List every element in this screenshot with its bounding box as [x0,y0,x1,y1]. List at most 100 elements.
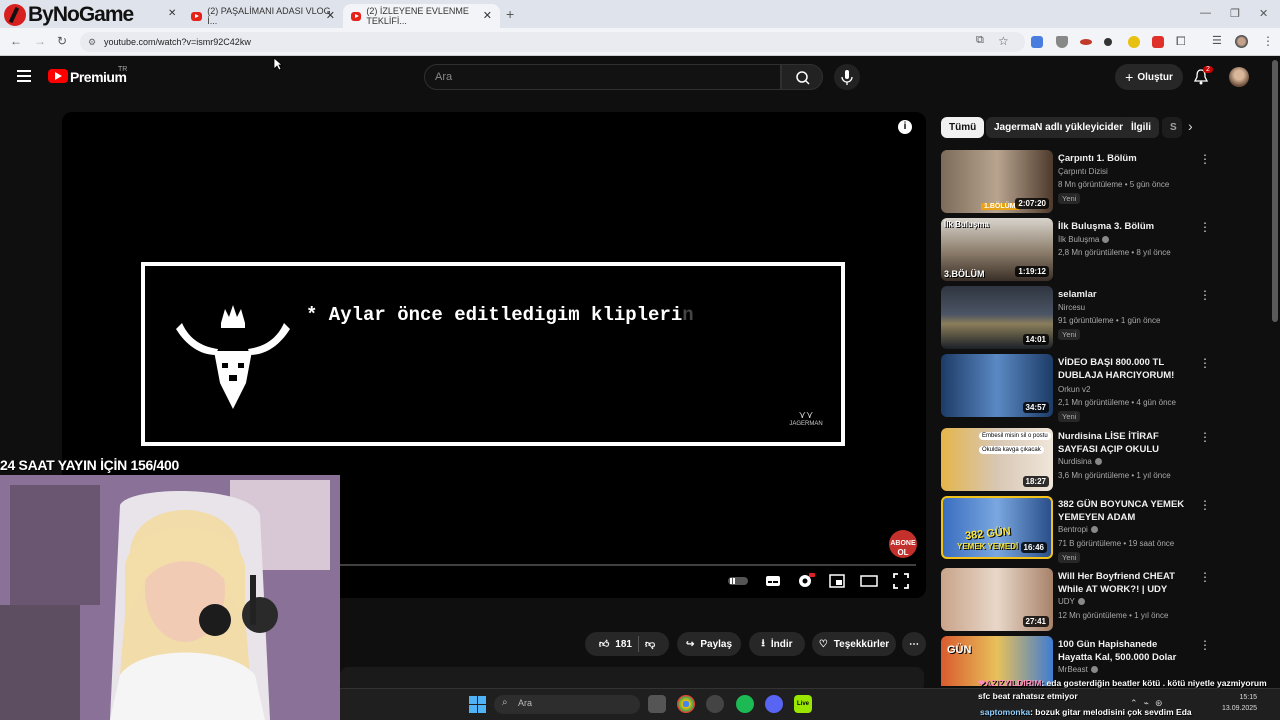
download-button[interactable]: ⭳ İndir [749,632,805,656]
extension-icon[interactable] [1128,36,1140,48]
fullscreen-icon[interactable] [893,573,909,589]
recommendation-item[interactable]: 382 GÜN YEMEK YEMEDİ 16:46 382 GÜN BOYUN… [941,496,1211,563]
recommendation-item[interactable]: 34:57 VİDEO BAŞI 800.000 TL DUBLAJA HARC… [941,354,1211,422]
close-tab-icon[interactable]: ✕ [168,8,176,19]
cast-icon[interactable]: ⧉ [976,34,984,47]
windows-start-icon[interactable] [469,696,486,713]
dislike-button[interactable]: 👎︎ [645,638,655,650]
more-vert-icon[interactable]: ⋮ [1199,288,1211,302]
menu-hamburger-icon[interactable] [17,70,31,82]
minimize-icon[interactable]: — [1200,7,1211,19]
extensions-puzzle-icon[interactable]: ⧠ [1176,34,1186,49]
reading-list-icon[interactable]: ☰ [1212,34,1222,47]
video-title[interactable]: Will Her Boyfriend CHEAT While AT WORK?!… [1058,570,1194,596]
taskbar-search-input[interactable]: ⌕ Ara [494,695,640,714]
video-thumbnail[interactable]: 27:41 [941,568,1053,631]
back-icon[interactable]: ← [10,34,22,48]
subtitles-icon[interactable] [765,573,781,589]
app-icon[interactable] [706,695,724,713]
channel-row[interactable]: MrBeast [1058,663,1098,677]
video-thumbnail[interactable]: Embesil misin sil o postu Okulda kavga ç… [941,428,1053,491]
chip-partial[interactable]: S [1162,117,1182,138]
more-vert-icon[interactable]: ⋮ [1199,220,1211,234]
chip-related[interactable]: İlgili [1123,117,1159,138]
video-title[interactable]: 100 Gün Hapishanede Hayatta Kal, 500.000… [1058,638,1194,664]
video-title[interactable]: Nurdisina LİSE İTİRAF SAYFASI AÇIP OKULU… [1058,430,1194,456]
miniplayer-icon[interactable] [829,573,845,589]
thanks-button[interactable]: ♡ Teşekkürler [812,632,896,656]
recommendation-item[interactable]: 27:41 Will Her Boyfriend CHEAT While AT … [941,568,1211,632]
subscribe-overlay-button[interactable]: ABONE OL [889,530,917,558]
video-thumbnail[interactable]: 14:01 [941,286,1053,349]
shield-extension-icon[interactable] [1056,36,1068,48]
recommendation-item[interactable]: 1.BÖLÜM 2:07:20 Çarpıntı 1. Bölüm Çarpın… [941,150,1211,214]
channel-row[interactable]: UDY [1058,595,1085,609]
chip-all[interactable]: Tümü [941,117,985,138]
discord-icon[interactable] [765,695,783,713]
create-button[interactable]: + Oluştur [1115,64,1183,90]
search-button[interactable] [781,64,823,90]
video-thumbnail[interactable]: İlk Buluşma 3.BÖLÜM 1:19:12 [941,218,1053,281]
recommendation-item[interactable]: Embesil misin sil o postu Okulda kavga ç… [941,428,1211,492]
more-vert-icon[interactable]: ⋮ [1199,498,1211,512]
close-window-icon[interactable]: ✕ [1259,7,1268,20]
chevron-right-icon[interactable]: › [1188,118,1193,134]
new-tab-icon[interactable]: + [506,6,514,22]
translate-extension-icon[interactable] [1031,36,1043,48]
youtube-logo-icon[interactable] [48,69,68,83]
video-progress-bar[interactable] [340,564,916,566]
close-tab-icon[interactable]: ✕ [326,9,335,22]
like-button[interactable]: 👍︎ 181 [599,638,632,651]
recommendation-item[interactable]: İlk Buluşma 3.BÖLÜM 1:19:12 İlk Buluşma … [941,218,1211,282]
recommendation-item[interactable]: 14:01 selamlar Nircesu 91 görüntüleme • … [941,286,1211,350]
channel-name[interactable]: Çarpıntı Dizisi [1058,165,1108,179]
more-vert-icon[interactable]: ⋮ [1199,356,1211,370]
channel-name[interactable]: Nircesu [1058,301,1085,315]
page-scrollbar-thumb[interactable] [1272,60,1278,322]
search-input[interactable]: Ara [424,64,781,90]
video-thumbnail[interactable]: 34:57 [941,354,1053,417]
theater-mode-icon[interactable] [860,573,878,589]
settings-icon[interactable] [797,573,815,589]
video-title[interactable]: İlk Buluşma 3. Bölüm [1058,220,1194,233]
pause-toggle-icon[interactable] [727,573,749,589]
video-title[interactable]: 382 GÜN BOYUNCA YEMEK YEMEYEN ADAM [1058,498,1194,524]
channel-name[interactable]: Orkun v2 [1058,383,1090,397]
channel-row[interactable]: Nurdisina [1058,455,1102,469]
account-avatar[interactable] [1229,67,1249,87]
browser-tab[interactable]: (2) PAŞALİMANI ADASI VLOG İ... ✕ [183,4,343,28]
more-actions-button[interactable]: ⋯ [902,632,926,656]
url-field[interactable]: ⚙ youtube.com/watch?v=ismr92C42kw [80,32,1025,52]
close-tab-icon[interactable]: ✕ [483,9,492,22]
chip-from-uploader[interactable]: JagermaN adlı yükleyiciden [986,117,1134,138]
share-button[interactable]: ↪ Paylaş [677,632,741,656]
bookmark-star-icon[interactable]: ☆ [998,34,1009,48]
video-title[interactable]: selamlar [1058,288,1194,301]
browser-tab-active[interactable]: (2) İZLEYENE EVLENME TEKLİFİ... ✕ [343,4,500,28]
task-view-icon[interactable] [648,695,666,713]
video-thumbnail[interactable]: 1.BÖLÜM 2:07:20 [941,150,1053,213]
channel-row[interactable]: İlk Buluşma [1058,233,1110,247]
profile-avatar-icon[interactable] [1235,35,1248,48]
extension-icon[interactable] [1152,36,1164,48]
video-title[interactable]: VİDEO BAŞI 800.000 TL DUBLAJA HARCIYORUM… [1058,356,1194,382]
reload-icon[interactable]: ↻ [57,34,67,48]
more-vert-icon[interactable]: ⋮ [1199,152,1211,166]
video-title[interactable]: Çarpıntı 1. Bölüm [1058,152,1194,165]
forward-icon[interactable]: → [34,34,46,48]
live-app-icon[interactable]: Live [794,695,812,713]
more-vert-icon[interactable]: ⋮ [1199,430,1211,444]
info-icon[interactable]: i [898,120,912,134]
channel-row[interactable]: Bentropi [1058,523,1098,537]
site-info-icon[interactable]: ⚙ [88,32,96,52]
maximize-icon[interactable]: ❐ [1230,7,1240,20]
more-vert-icon[interactable]: ⋮ [1199,570,1211,584]
voice-search-button[interactable] [834,64,860,90]
more-vert-icon[interactable]: ⋮ [1199,638,1211,652]
extension-icon[interactable] [1080,39,1092,45]
video-thumbnail[interactable]: 382 GÜN YEMEK YEMEDİ 16:46 [941,496,1053,559]
taskbar-clock[interactable]: 15:15 13.09.2025 [1222,692,1257,714]
spotify-icon[interactable] [736,695,754,713]
chrome-icon[interactable] [677,695,695,713]
browser-menu-icon[interactable]: ⋮ [1262,34,1274,48]
